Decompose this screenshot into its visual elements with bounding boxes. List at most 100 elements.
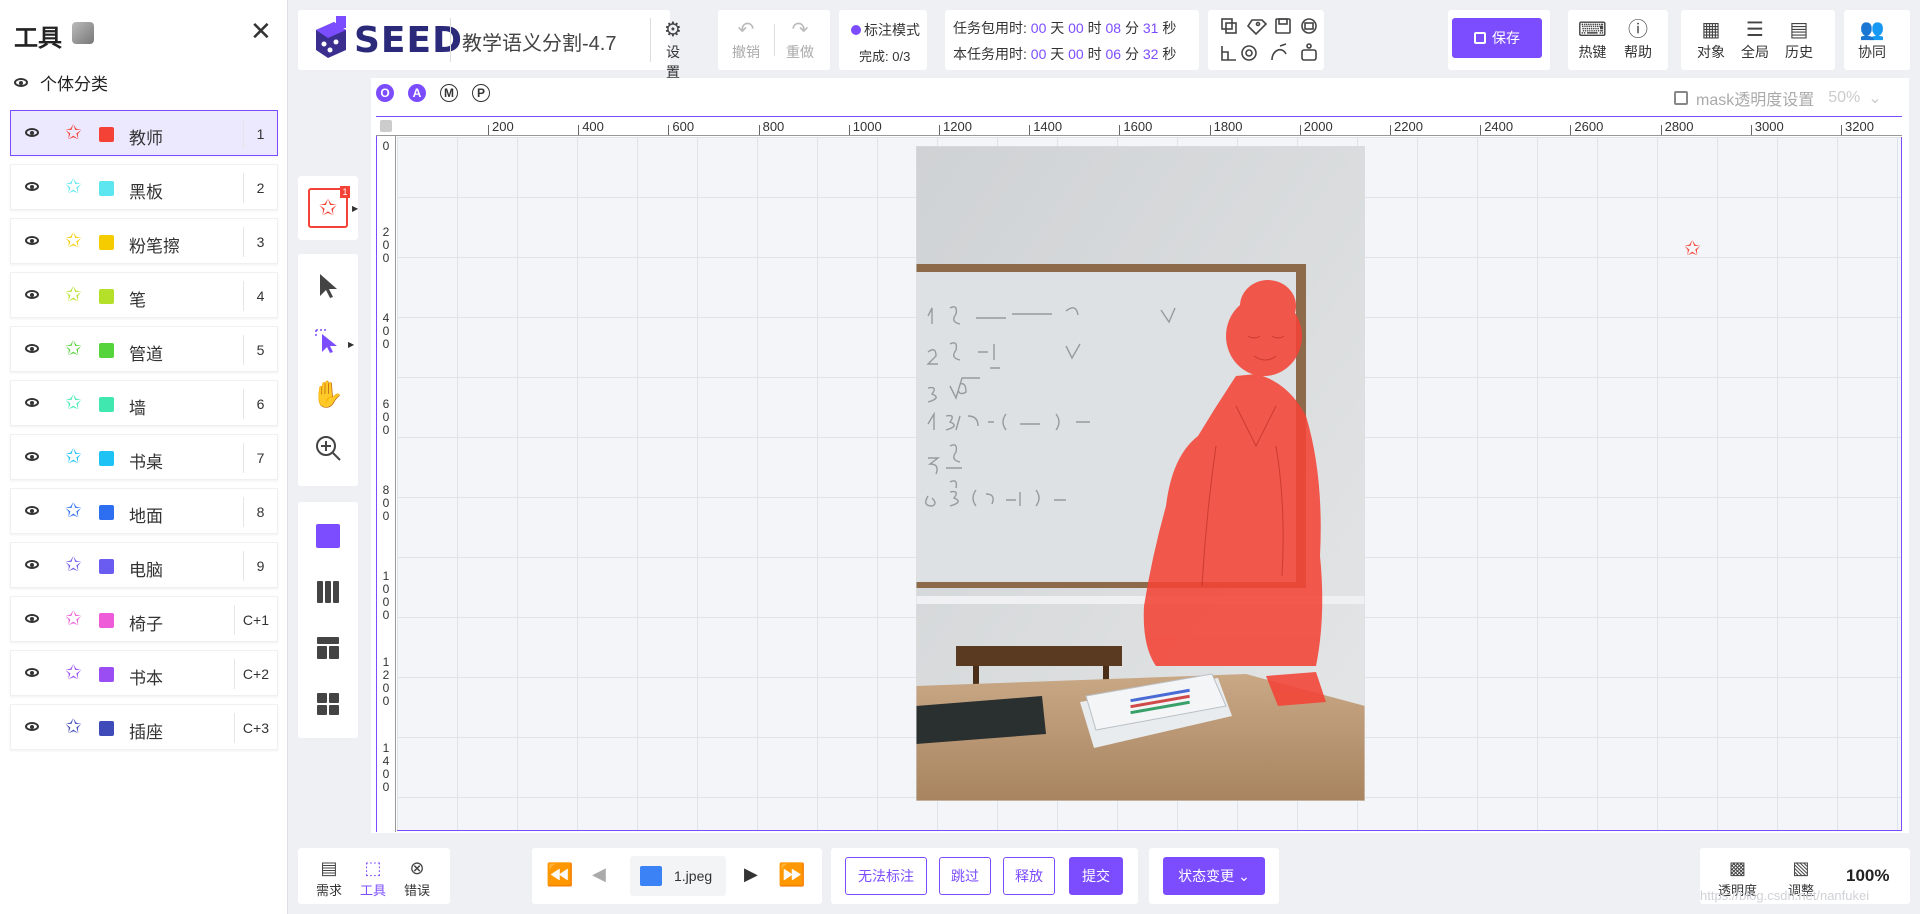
columns-view-button[interactable] — [308, 572, 348, 612]
fit-screen-icon[interactable] — [1674, 91, 1688, 105]
eye-icon[interactable] — [25, 452, 39, 461]
history-button[interactable]: ▤ 历史 — [1785, 18, 1813, 62]
undo-button[interactable]: ↶ 撤销 — [732, 18, 760, 62]
close-icon[interactable]: ✕ — [250, 18, 272, 44]
zoom-level[interactable]: 100% — [1846, 866, 1889, 886]
last-page-icon[interactable]: ⏩ — [778, 862, 805, 888]
global-button[interactable]: ☰ 全局 — [1741, 18, 1769, 62]
save-draft-icon[interactable] — [1270, 14, 1298, 38]
history-panel: ↶ 撤销 ↷ 重做 — [718, 10, 830, 70]
eye-icon[interactable] — [14, 78, 28, 87]
class-item[interactable]: ✩ 笔 4 — [10, 272, 278, 318]
mode-badge[interactable]: A — [408, 84, 426, 102]
class-item[interactable]: ✩ 粉笔擦 3 — [10, 218, 278, 264]
hair-mask[interactable] — [1240, 280, 1296, 332]
ruler-tick-label: 400 — [382, 311, 390, 351]
hotkey-badge: 7 — [243, 443, 277, 473]
eye-icon[interactable] — [25, 614, 39, 623]
pan-tool[interactable]: ✋ — [308, 374, 348, 414]
ruler-tick — [1841, 125, 1842, 135]
mode-badge[interactable]: P — [472, 84, 490, 102]
object-button[interactable]: ▦ 对象 — [1697, 18, 1725, 62]
first-page-icon[interactable]: ⏪ — [546, 862, 573, 888]
color-swatch — [99, 343, 114, 358]
release-button[interactable]: 释放 — [1003, 857, 1055, 895]
table-layout-icon — [317, 637, 339, 659]
class-item[interactable]: ✩ 椅子 C+1 — [10, 596, 278, 642]
current-file[interactable]: 1.jpeg — [630, 856, 726, 896]
collab-button[interactable]: 👥 协同 — [1858, 18, 1886, 62]
class-item[interactable]: ✩ 插座 C+3 — [10, 704, 278, 750]
class-item[interactable]: ✩ 书桌 7 — [10, 434, 278, 480]
select-tool[interactable] — [308, 266, 348, 306]
caret-right-icon[interactable]: ▶ — [352, 204, 358, 213]
errors-button[interactable]: ⊗ 错误 — [404, 856, 430, 899]
eye-icon[interactable] — [25, 668, 39, 677]
columns-icon — [317, 581, 339, 603]
file-name: 1.jpeg — [674, 868, 713, 884]
class-item[interactable]: ✩ 黑板 2 — [10, 164, 278, 210]
class-item[interactable]: ✩ 管道 5 — [10, 326, 278, 372]
preview-icon[interactable] — [1298, 14, 1326, 38]
target-icon[interactable] — [1242, 42, 1270, 66]
save-button[interactable]: 保存 — [1452, 18, 1542, 58]
tag-icon[interactable] — [1242, 14, 1270, 38]
caret-right-icon[interactable]: ▶ — [348, 340, 354, 349]
hotkey-label: 热键 — [1578, 44, 1607, 60]
chevron-down-icon[interactable]: ⌄ — [1868, 88, 1881, 108]
magic-icon[interactable] — [1270, 42, 1298, 66]
eye-icon[interactable] — [25, 506, 39, 515]
class-item[interactable]: ✩ 墙 6 — [10, 380, 278, 426]
class-item[interactable]: ✩ 教师 1 — [10, 110, 278, 156]
undo-label: 撤销 — [732, 44, 760, 60]
annotated-image[interactable] — [916, 146, 1365, 801]
single-view-button[interactable] — [308, 516, 348, 556]
hotkey-button[interactable]: ⌨ 热键 — [1578, 18, 1607, 62]
class-name: 书本 — [129, 669, 163, 688]
ruler-tick — [1299, 125, 1301, 135]
area-select-tool[interactable] — [308, 320, 348, 360]
floating-polygon-icon[interactable]: ✩ — [1684, 236, 1701, 261]
mode-badge[interactable]: M — [440, 84, 458, 102]
robot-icon[interactable] — [1298, 42, 1326, 66]
eye-icon[interactable] — [25, 128, 39, 137]
mode-badges: OAMP — [376, 84, 490, 102]
mode-badge[interactable]: O — [376, 84, 394, 102]
help-panel: ⌨ 热键 ⓘ 帮助 — [1568, 10, 1668, 70]
redo-button[interactable]: ↷ 重做 — [786, 18, 814, 62]
class-item[interactable]: ✩ 地面 8 — [10, 488, 278, 534]
requirements-button[interactable]: ▤ 需求 — [316, 856, 342, 899]
status-change-button[interactable]: 状态变更 ⌄ — [1163, 857, 1265, 895]
unable-button[interactable]: 无法标注 — [845, 857, 927, 895]
eye-icon[interactable] — [25, 236, 39, 245]
eye-icon[interactable] — [25, 722, 39, 731]
progress-text: 完成: 0/3 — [859, 49, 911, 64]
collab-label: 协同 — [1858, 44, 1886, 60]
hotkey-badge: 9 — [243, 551, 277, 581]
unit-hour: 时 — [1087, 20, 1102, 36]
eye-icon[interactable] — [25, 560, 39, 569]
eye-icon[interactable] — [25, 290, 39, 299]
class-item[interactable]: ✩ 电脑 9 — [10, 542, 278, 588]
eye-icon[interactable] — [25, 398, 39, 407]
settings-button[interactable]: ⚙ 设置 — [664, 18, 682, 82]
copy-icon[interactable] — [1214, 14, 1242, 38]
help-button[interactable]: ⓘ 帮助 — [1624, 18, 1652, 62]
next-page-icon[interactable]: ▶ — [744, 864, 758, 885]
eye-icon[interactable] — [25, 344, 39, 353]
mask-opacity-setting[interactable]: mask透明度设置 50% ⌄ — [1674, 86, 1882, 110]
zoom-tool[interactable] — [308, 428, 348, 468]
grid-view-button[interactable] — [308, 684, 348, 724]
mode-indicator[interactable]: 标注模式 — [851, 20, 920, 40]
tools-button[interactable]: ⬚ 工具 — [360, 856, 386, 899]
skip-button[interactable]: 跳过 — [939, 857, 991, 895]
measure-icon[interactable] — [1214, 42, 1242, 66]
rows-view-button[interactable] — [308, 628, 348, 668]
timer-minutes: 06 — [1105, 46, 1122, 62]
prev-page-icon[interactable]: ◀ — [592, 864, 606, 885]
class-item[interactable]: ✩ 书本 C+2 — [10, 650, 278, 696]
group-header[interactable]: 个体分类 — [14, 70, 108, 95]
eye-icon[interactable] — [25, 182, 39, 191]
submit-button[interactable]: 提交 — [1069, 857, 1123, 895]
logo-text: SEED — [354, 20, 463, 61]
